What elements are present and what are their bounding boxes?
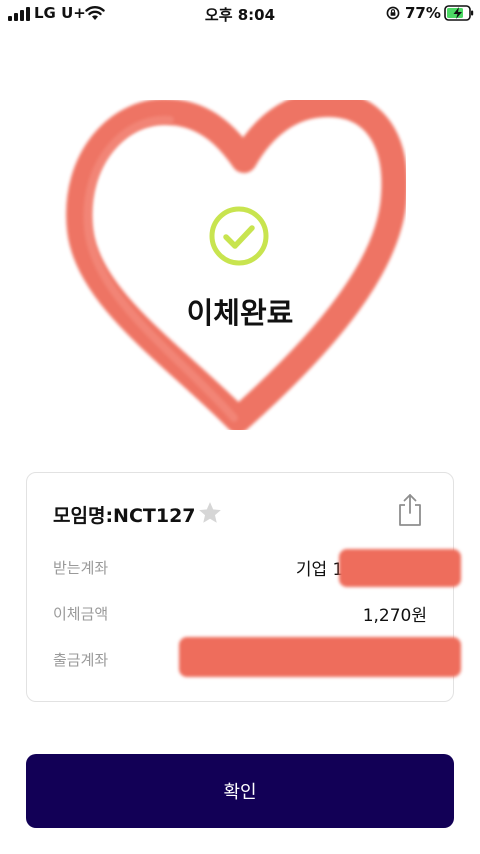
transfer-complete-title: 이체완료 — [186, 296, 294, 330]
battery-charging-icon — [444, 5, 474, 21]
share-icon[interactable] — [397, 493, 423, 527]
confirm-button[interactable]: 확인 — [26, 754, 454, 828]
battery-percent: 77% — [405, 4, 441, 22]
redacted-withdrawal-account — [179, 637, 461, 677]
confirm-button-label: 확인 — [223, 782, 257, 803]
transfer-details-card: 모임명:NCT127 받는계좌 기업 127 이체금액 1,270원 출금계좌 — [26, 472, 461, 702]
receiving-account-label: 받는계좌 — [53, 559, 109, 577]
transfer-amount-value: 1,270원 — [362, 606, 427, 626]
group-name: 모임명:NCT127 — [53, 505, 196, 527]
withdrawal-account-label: 출금계좌 — [53, 651, 109, 669]
rotation-lock-icon — [386, 6, 400, 20]
check-circle-icon — [209, 206, 269, 266]
transfer-amount-label: 이체금액 — [53, 605, 109, 623]
star-icon[interactable] — [197, 500, 223, 526]
redacted-receiving-account — [339, 549, 461, 587]
status-bar: LG U+ 오후 8:04 77% — [0, 0, 480, 28]
